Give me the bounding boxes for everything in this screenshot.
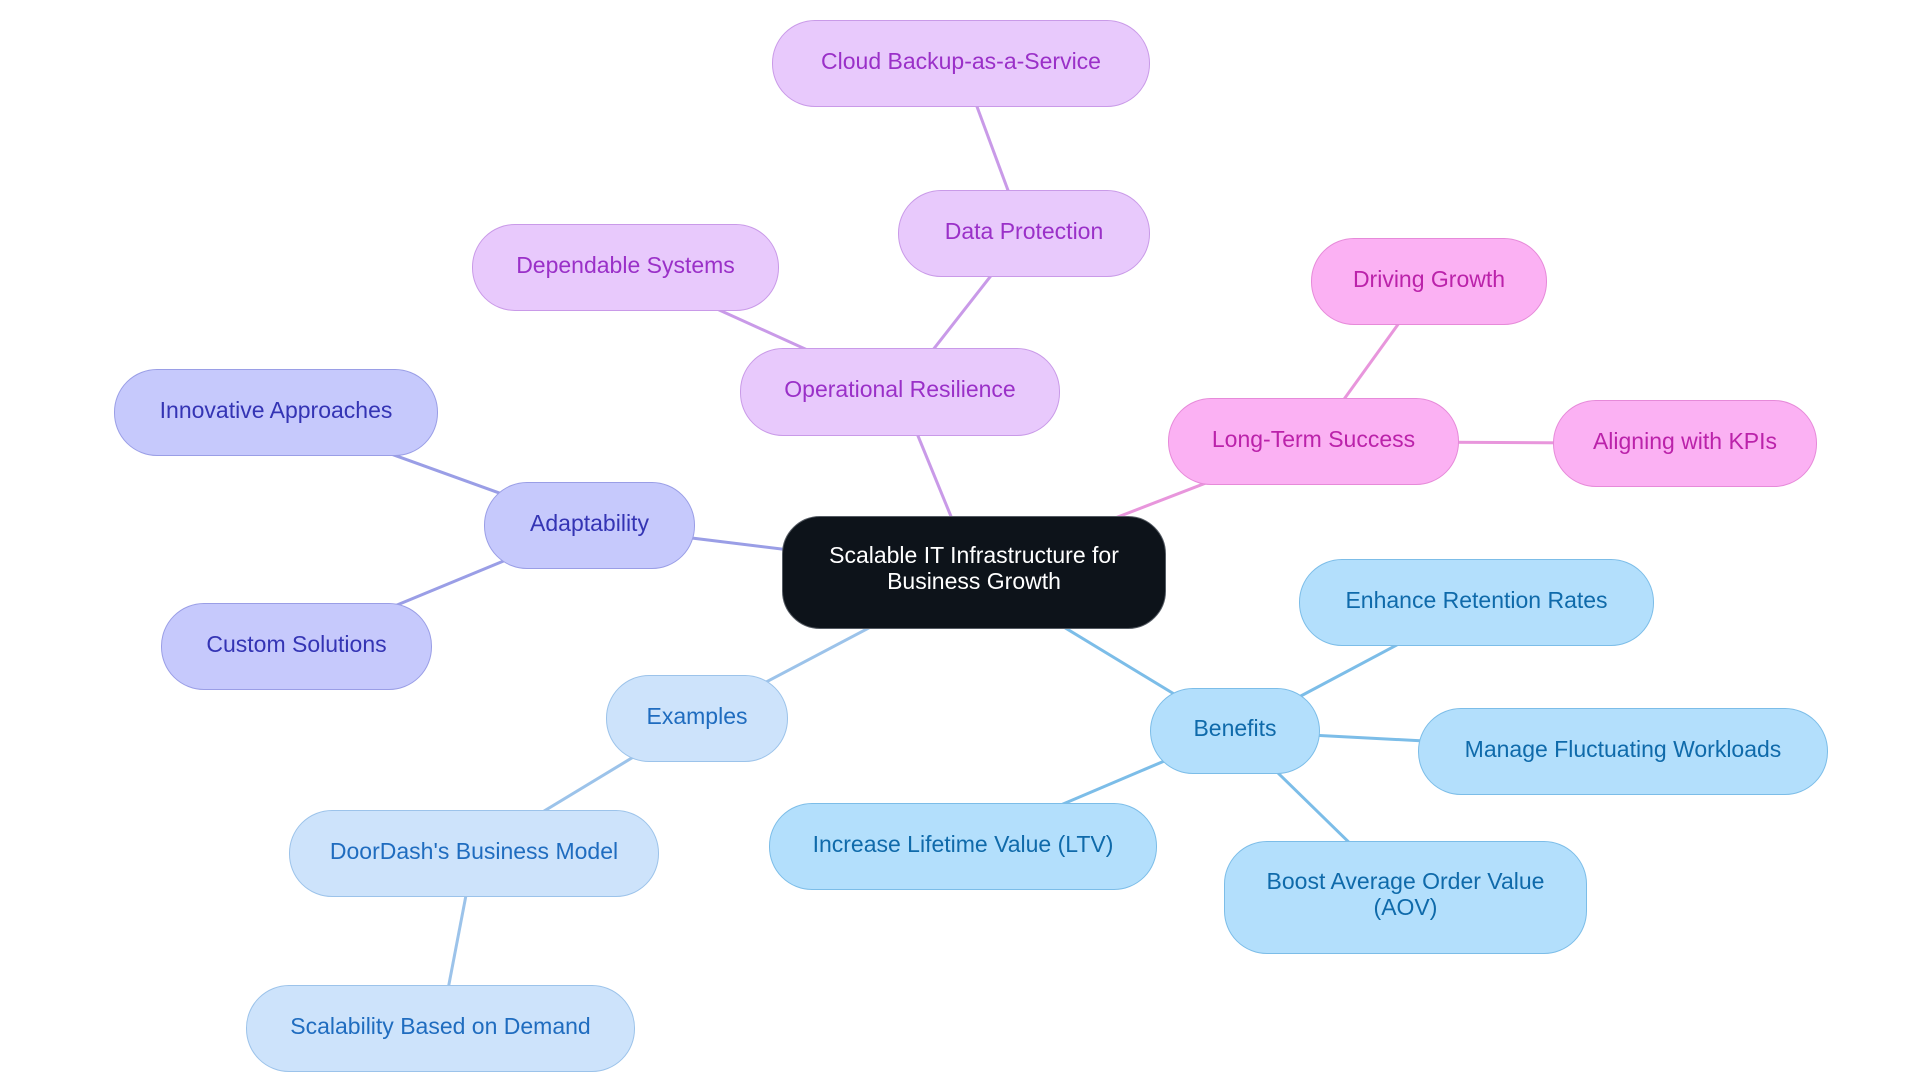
node-cloud-backup[interactable]: Cloud Backup-as-a-Service <box>772 20 1150 107</box>
node-label: Manage Fluctuating Workloads <box>1464 735 1782 762</box>
node-label: Cloud Backup-as-a-Service <box>821 47 1101 74</box>
node-data-protection[interactable]: Data Protection <box>898 190 1150 277</box>
root-node[interactable]: Scalable IT Infrastructure for Business … <box>782 516 1166 629</box>
node-manage-workloads[interactable]: Manage Fluctuating Workloads <box>1418 708 1828 795</box>
node-label: Innovative Approaches <box>159 396 393 423</box>
root-node-label: Scalable IT Infrastructure for Business … <box>829 541 1119 594</box>
node-label: Operational Resilience <box>784 376 1016 402</box>
node-label: Benefits <box>1193 715 1277 741</box>
node-aligning-kpis[interactable]: Aligning with KPIs <box>1553 400 1817 487</box>
node-label: Examples <box>646 702 748 729</box>
node-dependable-systems[interactable]: Dependable Systems <box>472 224 779 311</box>
node-adaptability[interactable]: Adaptability <box>484 482 695 569</box>
node-label: DoorDash's Business Model <box>329 837 619 864</box>
node-label: Driving Growth <box>1352 265 1506 292</box>
node-enhance-retention[interactable]: Enhance Retention Rates <box>1299 559 1654 646</box>
node-long-term-success[interactable]: Long-Term Success <box>1168 398 1459 485</box>
node-scalability-demand[interactable]: Scalability Based on Demand <box>246 985 635 1072</box>
node-label: Increase Lifetime Value (LTV) <box>812 830 1114 857</box>
node-boost-aov[interactable]: Boost Average Order Value (AOV) <box>1224 841 1587 954</box>
node-increase-ltv[interactable]: Increase Lifetime Value (LTV) <box>769 803 1157 890</box>
node-driving-growth[interactable]: Driving Growth <box>1311 238 1547 325</box>
node-custom-solutions[interactable]: Custom Solutions <box>161 603 432 690</box>
node-label: Enhance Retention Rates <box>1345 586 1608 613</box>
node-label: Dependable Systems <box>516 251 735 278</box>
node-operational-resilience[interactable]: Operational Resilience <box>740 348 1060 436</box>
node-innovative-approaches[interactable]: Innovative Approaches <box>114 369 438 456</box>
node-examples[interactable]: Examples <box>606 675 788 762</box>
node-benefits[interactable]: Benefits <box>1150 688 1320 774</box>
node-label: Custom Solutions <box>206 630 387 657</box>
node-doordash-business-model[interactable]: DoorDash's Business Model <box>289 810 659 897</box>
node-label: Data Protection <box>944 217 1104 244</box>
node-label: Long-Term Success <box>1211 425 1416 452</box>
node-label: Aligning with KPIs <box>1592 427 1778 454</box>
node-label: Scalability Based on Demand <box>290 1012 591 1039</box>
node-label: Adaptability <box>530 509 649 536</box>
node-label: Boost Average Order Value (AOV) <box>1266 867 1545 920</box>
